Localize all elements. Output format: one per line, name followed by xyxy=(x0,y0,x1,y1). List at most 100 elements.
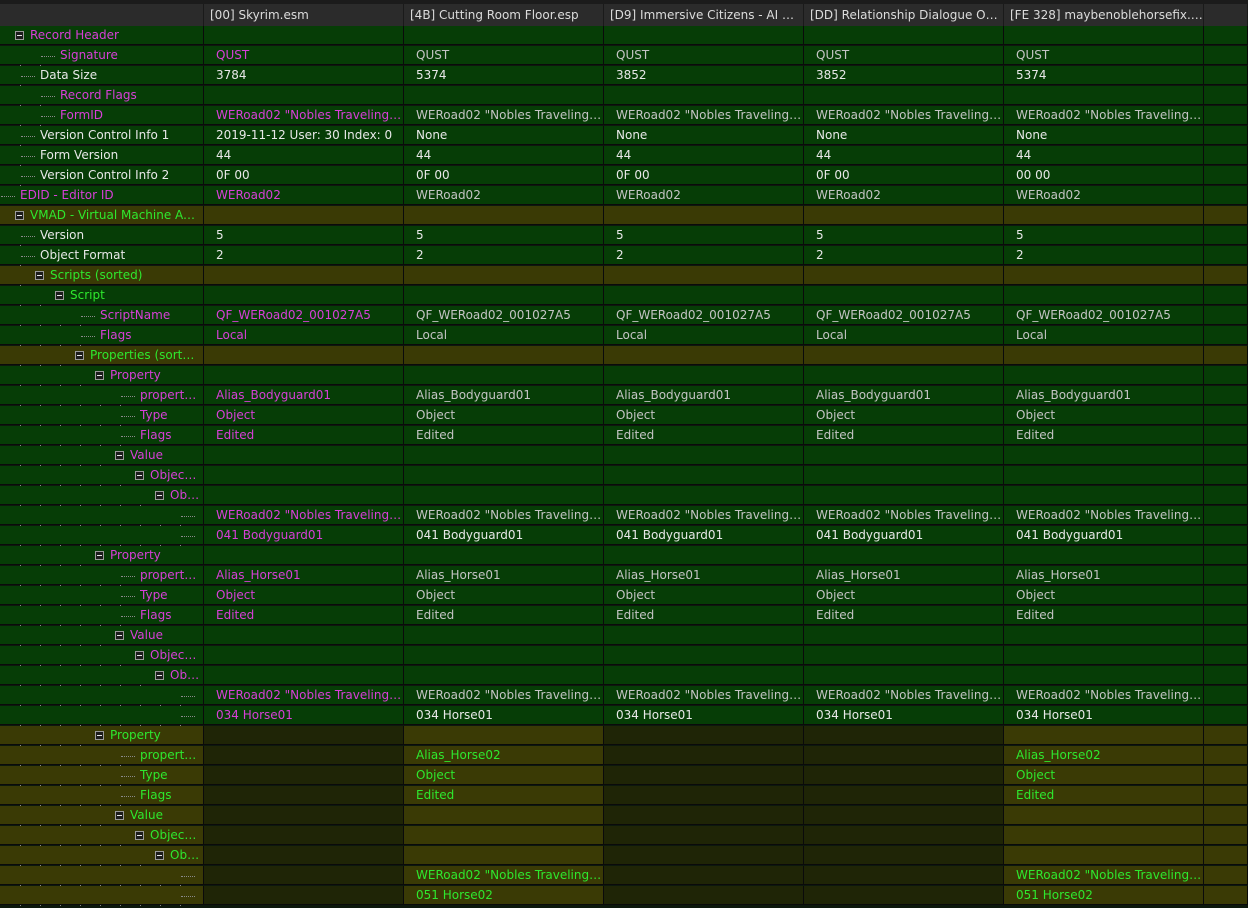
value-cell-fe-328-maybenoblehorsefix-esp[interactable] xyxy=(1004,726,1204,745)
value-cell-4b-cutting-room-floor-esp[interactable]: Edited xyxy=(404,786,604,805)
value-cell-fe-328-maybenoblehorsefix-esp[interactable]: WERoad02 "Nobles Traveling with Bodyguar… xyxy=(1004,866,1204,885)
tree-cell[interactable] xyxy=(0,526,204,545)
tree-row-value[interactable]: 051 Horse02 051 Horse02 xyxy=(0,886,1248,906)
value-cell-4b-cutting-room-floor-esp[interactable]: Object xyxy=(404,406,604,425)
tree-row-edid-editor-id[interactable]: EDID - Editor ID WERoad02 WERoad02 WERoad02… xyxy=(0,186,1248,206)
value-cell-dd-relationship-dialogue-overhaul-esp[interactable] xyxy=(804,846,1004,865)
value-cell-4b-cutting-room-floor-esp[interactable]: QUST xyxy=(404,46,604,65)
value-cell-4b-cutting-room-floor-esp[interactable] xyxy=(404,346,604,365)
tree-row-object-format[interactable]: Object Format 2 2 2 2 2 xyxy=(0,246,1248,266)
value-cell-00-skyrim-esm[interactable]: Alias_Horse01 xyxy=(204,566,404,585)
value-cell-dd-relationship-dialogue-overhaul-esp[interactable] xyxy=(804,86,1004,105)
tree-row-propertyname[interactable]: propertyNameAlias_Horse01Alias_Horse01Al… xyxy=(0,566,1248,586)
value-cell-dd-relationship-dialogue-overhaul-esp[interactable] xyxy=(804,346,1004,365)
value-cell-4b-cutting-room-floor-esp[interactable]: Object xyxy=(404,766,604,785)
column-header-1[interactable]: [00] Skyrim.esm xyxy=(204,4,404,26)
value-cell-00-skyrim-esm[interactable]: 034 Horse01 xyxy=(204,706,404,725)
tree-row-flags[interactable]: Flags Edited Edited Edited Edited Edited xyxy=(0,606,1248,626)
value-cell-4b-cutting-room-floor-esp[interactable]: 5374 xyxy=(404,66,604,85)
value-cell-dd-relationship-dialogue-overhaul-esp[interactable]: Alias_Bodyguard01 xyxy=(804,386,1004,405)
value-cell-fe-328-maybenoblehorsefix-esp[interactable]: Object xyxy=(1004,586,1204,605)
value-cell-00-skyrim-esm[interactable]: 5 xyxy=(204,226,404,245)
collapse-icon[interactable] xyxy=(75,351,84,360)
value-cell-d9-immersive-citizens-ai-overhaul-esp[interactable] xyxy=(604,366,804,385)
value-cell-dd-relationship-dialogue-overhaul-esp[interactable] xyxy=(804,726,1004,745)
value-cell-dd-relationship-dialogue-overhaul-esp[interactable]: 041 Bodyguard01 xyxy=(804,526,1004,545)
value-cell-d9-immersive-citizens-ai-overhaul-esp[interactable] xyxy=(604,766,804,785)
value-cell-00-skyrim-esm[interactable]: 2 xyxy=(204,246,404,265)
value-cell-dd-relationship-dialogue-overhaul-esp[interactable]: 44 xyxy=(804,146,1004,165)
value-cell-4b-cutting-room-floor-esp[interactable] xyxy=(404,86,604,105)
value-cell-dd-relationship-dialogue-overhaul-esp[interactable] xyxy=(804,626,1004,645)
value-cell-00-skyrim-esm[interactable] xyxy=(204,26,404,45)
value-cell-00-skyrim-esm[interactable]: WERoad02 xyxy=(204,186,404,205)
value-cell-fe-328-maybenoblehorsefix-esp[interactable]: Alias_Horse01 xyxy=(1004,566,1204,585)
tree-row-object-union[interactable]: Object Union xyxy=(0,466,1248,486)
value-cell-00-skyrim-esm[interactable]: WERoad02 "Nobles Traveling with Bodyguar… xyxy=(204,506,404,525)
value-cell-dd-relationship-dialogue-overhaul-esp[interactable]: None xyxy=(804,126,1004,145)
tree-row-value[interactable]: WERoad02 "Nobles Traveling with Bodyguar… xyxy=(0,866,1248,886)
value-cell-d9-immersive-citizens-ai-overhaul-esp[interactable]: Alias_Bodyguard01 xyxy=(604,386,804,405)
value-cell-00-skyrim-esm[interactable] xyxy=(204,286,404,305)
collapse-icon[interactable] xyxy=(55,291,64,300)
tree-row-record-header[interactable]: Record Header xyxy=(0,26,1248,46)
value-cell-fe-328-maybenoblehorsefix-esp[interactable]: QF_WERoad02_001027A5 xyxy=(1004,306,1204,325)
value-cell-4b-cutting-room-floor-esp[interactable]: WERoad02 "Nobles Traveling with Bodyguar… xyxy=(404,866,604,885)
tree-row-object-v2[interactable]: Object v2 xyxy=(0,486,1248,506)
value-cell-d9-immersive-citizens-ai-overhaul-esp[interactable]: Alias_Horse01 xyxy=(604,566,804,585)
value-cell-fe-328-maybenoblehorsefix-esp[interactable] xyxy=(1004,646,1204,665)
tree-row-scripts-sorted[interactable]: Scripts (sorted) xyxy=(0,266,1248,286)
value-cell-00-skyrim-esm[interactable]: Local xyxy=(204,326,404,345)
value-cell-fe-328-maybenoblehorsefix-esp[interactable]: QUST xyxy=(1004,46,1204,65)
value-cell-d9-immersive-citizens-ai-overhaul-esp[interactable]: Edited xyxy=(604,606,804,625)
value-cell-d9-immersive-citizens-ai-overhaul-esp[interactable]: WERoad02 xyxy=(604,186,804,205)
value-cell-00-skyrim-esm[interactable]: Object xyxy=(204,406,404,425)
value-cell-4b-cutting-room-floor-esp[interactable]: 034 Horse01 xyxy=(404,706,604,725)
value-cell-dd-relationship-dialogue-overhaul-esp[interactable]: 5 xyxy=(804,226,1004,245)
value-cell-4b-cutting-room-floor-esp[interactable]: 0F 00 xyxy=(404,166,604,185)
value-cell-00-skyrim-esm[interactable] xyxy=(204,746,404,765)
value-cell-dd-relationship-dialogue-overhaul-esp[interactable] xyxy=(804,826,1004,845)
tree-row-version-control-info-2[interactable]: Version Control Info 2 0F 00 0F 00 0F 00 0F … xyxy=(0,166,1248,186)
value-cell-fe-328-maybenoblehorsefix-esp[interactable] xyxy=(1004,806,1204,825)
value-cell-fe-328-maybenoblehorsefix-esp[interactable]: Object xyxy=(1004,406,1204,425)
value-cell-fe-328-maybenoblehorsefix-esp[interactable] xyxy=(1004,546,1204,565)
value-cell-4b-cutting-room-floor-esp[interactable]: Edited xyxy=(404,606,604,625)
value-cell-d9-immersive-citizens-ai-overhaul-esp[interactable] xyxy=(604,866,804,885)
tree-cell[interactable] xyxy=(0,706,204,725)
value-cell-dd-relationship-dialogue-overhaul-esp[interactable] xyxy=(804,446,1004,465)
value-cell-fe-328-maybenoblehorsefix-esp[interactable] xyxy=(1004,366,1204,385)
collapse-icon[interactable] xyxy=(95,371,104,380)
value-cell-d9-immersive-citizens-ai-overhaul-esp[interactable] xyxy=(604,206,804,225)
value-cell-fe-328-maybenoblehorsefix-esp[interactable] xyxy=(1004,86,1204,105)
value-cell-00-skyrim-esm[interactable]: QF_WERoad02_001027A5 xyxy=(204,306,404,325)
value-cell-00-skyrim-esm[interactable] xyxy=(204,766,404,785)
value-cell-00-skyrim-esm[interactable] xyxy=(204,446,404,465)
value-cell-d9-immersive-citizens-ai-overhaul-esp[interactable]: 3852 xyxy=(604,66,804,85)
collapse-icon[interactable] xyxy=(115,631,124,640)
collapse-icon[interactable] xyxy=(135,471,144,480)
value-cell-fe-328-maybenoblehorsefix-esp[interactable] xyxy=(1004,666,1204,685)
value-cell-00-skyrim-esm[interactable]: Edited xyxy=(204,426,404,445)
tree-row-type[interactable]: Type Object Object Object Object Object xyxy=(0,586,1248,606)
tree-cell[interactable] xyxy=(0,866,204,885)
value-cell-fe-328-maybenoblehorsefix-esp[interactable] xyxy=(1004,846,1204,865)
value-cell-fe-328-maybenoblehorsefix-esp[interactable] xyxy=(1004,826,1204,845)
value-cell-fe-328-maybenoblehorsefix-esp[interactable] xyxy=(1004,26,1204,45)
value-cell-dd-relationship-dialogue-overhaul-esp[interactable] xyxy=(804,786,1004,805)
tree-cell[interactable] xyxy=(0,506,204,525)
value-cell-d9-immersive-citizens-ai-overhaul-esp[interactable]: 2 xyxy=(604,246,804,265)
value-cell-d9-immersive-citizens-ai-overhaul-esp[interactable]: 44 xyxy=(604,146,804,165)
value-cell-4b-cutting-room-floor-esp[interactable]: 5 xyxy=(404,226,604,245)
collapse-icon[interactable] xyxy=(135,651,144,660)
tree-row-object-v2[interactable]: Object v2 xyxy=(0,846,1248,866)
value-cell-fe-328-maybenoblehorsefix-esp[interactable] xyxy=(1004,446,1204,465)
value-cell-00-skyrim-esm[interactable] xyxy=(204,886,404,905)
value-cell-fe-328-maybenoblehorsefix-esp[interactable]: Object xyxy=(1004,766,1204,785)
value-cell-dd-relationship-dialogue-overhaul-esp[interactable] xyxy=(804,466,1004,485)
value-cell-fe-328-maybenoblehorsefix-esp[interactable]: Local xyxy=(1004,326,1204,345)
value-cell-d9-immersive-citizens-ai-overhaul-esp[interactable] xyxy=(604,746,804,765)
tree-row-type[interactable]: Type Object Object Object Object Object xyxy=(0,406,1248,426)
collapse-icon[interactable] xyxy=(155,491,164,500)
value-cell-dd-relationship-dialogue-overhaul-esp[interactable]: Edited xyxy=(804,426,1004,445)
